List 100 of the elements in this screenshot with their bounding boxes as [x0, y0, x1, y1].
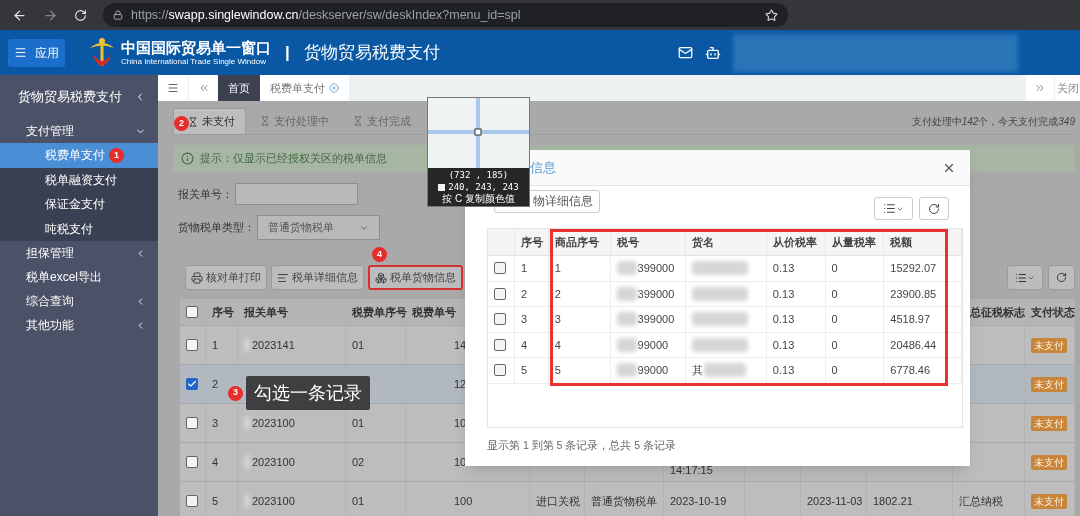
refresh-icon — [928, 202, 940, 215]
lock-icon — [113, 10, 123, 20]
sidebar-item[interactable]: 其他功能 — [0, 313, 158, 337]
column-header: 报关单号 — [244, 304, 288, 320]
field-label: 报关单号： — [178, 186, 233, 202]
table-cell-text: 12 — [454, 376, 467, 392]
table-cell-text: 4 — [212, 454, 219, 470]
field-label: 货物税单类型： — [178, 220, 255, 236]
checkbox[interactable] — [494, 338, 506, 351]
table-cell-text: 399000 — [637, 261, 675, 276]
table-cell-text: 0.13 — [772, 261, 795, 276]
column-header: 序号 — [520, 234, 543, 250]
toolbar-button[interactable]: 核对单打印 — [185, 265, 267, 290]
title-separator: | — [285, 41, 290, 64]
table-cell-text: 0 — [831, 286, 838, 302]
robot-icon[interactable] — [704, 44, 721, 61]
column-header: 序号 — [212, 304, 234, 320]
table-cell-text: 02 — [352, 454, 365, 470]
column-header: 税费单序号 — [352, 304, 407, 320]
sidebar-subitem[interactable]: 保证金支付 — [0, 192, 158, 217]
table-cell-text: 0.13 — [772, 363, 795, 378]
table-cell-text: 5 — [520, 363, 528, 378]
table-cell-text: 2023100 — [252, 415, 295, 431]
table-cell-text: 14:17:15 — [670, 462, 713, 478]
checkbox[interactable] — [186, 456, 198, 468]
table-cell-text: 5 — [212, 493, 219, 509]
table-row[interactable]: 3 3 399000 0.13 0 4518.97 — [488, 307, 962, 333]
status-tag: 未支付 — [1031, 337, 1067, 353]
sidebar-item[interactable]: 支付管理 — [0, 119, 158, 143]
mail-icon[interactable] — [677, 45, 693, 60]
sidebar-title: 货物贸易税费支付 — [18, 88, 122, 106]
table-cell-text: 1802.21 — [873, 493, 913, 509]
checkbox[interactable] — [186, 339, 198, 351]
boxes-icon — [375, 271, 387, 284]
redaction-blur — [692, 286, 749, 301]
columns-dropdown-button[interactable] — [1007, 265, 1043, 290]
table-cell-text: 23900.85 — [890, 286, 937, 302]
redaction-blur — [616, 337, 637, 352]
url-text: https://swapp.singlewindow.cn/deskserver/sw/deskIndex?menu_id=spl — [131, 6, 521, 24]
checkbox[interactable] — [494, 364, 506, 377]
column-header: 从价税率 — [772, 234, 817, 250]
close-tabs-button[interactable]: 关闭 — [1054, 75, 1080, 101]
list-icon — [883, 202, 896, 215]
table-cell-text: 1 — [520, 261, 528, 276]
table-cell-text: 普通货物税单 — [591, 493, 657, 509]
checkbox[interactable] — [494, 262, 506, 275]
checkbox[interactable] — [186, 495, 198, 507]
status-tag: 未支付 — [1031, 493, 1067, 509]
dialog-title: 信息 — [530, 158, 556, 177]
redaction-blur — [692, 337, 749, 352]
table-cell-text: 5 — [554, 363, 561, 378]
table-cell-text: 0 — [831, 261, 838, 276]
table-cell-text: 3 — [554, 312, 561, 327]
picker-coordinates: (732 , 185) — [448, 169, 509, 181]
page-tab[interactable]: 税费单支付 — [260, 75, 349, 101]
checkbox[interactable] — [494, 313, 506, 326]
reload-icon[interactable] — [74, 8, 87, 22]
color-swatch — [438, 183, 446, 191]
sidebar-subitem[interactable]: 税费单支付 1 — [0, 143, 158, 168]
checkbox[interactable] — [186, 417, 198, 429]
hourglass-icon — [260, 116, 270, 126]
table-cell-text: 3 — [212, 415, 219, 431]
table-cell-text: 01 — [352, 415, 365, 431]
table-cell-text: 其 — [692, 363, 704, 378]
sidebar-item[interactable]: 担保管理 — [0, 241, 158, 265]
menu-icon — [167, 82, 179, 94]
sidebar-subitem[interactable]: 税单融资支付 — [0, 167, 158, 192]
columns-dropdown-button[interactable] — [874, 197, 913, 220]
sidebar-item[interactable]: 综合查询 — [0, 289, 158, 313]
sidebar-item[interactable]: 税单excel导出 — [0, 265, 158, 289]
sidebar-subitem[interactable]: 吨税支付 — [0, 216, 158, 241]
refresh-button[interactable] — [919, 197, 949, 220]
table-cell-text: 4518.97 — [890, 312, 931, 327]
checkbox[interactable] — [186, 306, 198, 318]
forward-icon[interactable] — [43, 7, 58, 23]
menu-toggle-button[interactable] — [158, 75, 188, 101]
toolbar-button[interactable]: 税单货物信息 — [368, 265, 463, 290]
table-cell-text: 3 — [520, 312, 528, 327]
hourglass-icon — [188, 116, 198, 127]
column-header: 从量税率 — [831, 234, 876, 250]
address-bar[interactable]: https://swapp.singlewindow.cn/deskserver/sw/deskIndex?menu_id=spl — [103, 3, 788, 27]
back-icon[interactable] — [12, 7, 27, 23]
table-cell-text: 6778.46 — [890, 363, 931, 378]
column-header: 支付状态 — [1031, 304, 1075, 320]
status-tag: 未支付 — [1031, 415, 1067, 431]
hint-text: 提示：仅显示已经授权关区的税单信息 — [200, 151, 387, 167]
declaration-number-field[interactable] — [235, 183, 358, 205]
checkbox[interactable] — [186, 378, 198, 390]
table-row[interactable]: 1 1 399000 0.13 0 15292.07 — [488, 256, 962, 282]
table-row[interactable]: 4 4 99000 0.13 0 20486.44 — [488, 332, 962, 358]
column-header: 货名 — [692, 234, 715, 250]
table-cell-text: 1 — [212, 337, 219, 353]
checkbox[interactable] — [494, 287, 506, 300]
table-row[interactable]: 2 2 399000 0.13 0 23900.85 — [488, 281, 962, 307]
bookmark-star-icon[interactable] — [765, 8, 778, 22]
page-tab[interactable]: 首页 — [218, 75, 260, 101]
toolbar-button[interactable]: 税单详细信息 — [271, 265, 364, 290]
tax-type-select[interactable]: 普通货物税单 — [257, 215, 380, 240]
apps-button[interactable]: 应用 — [8, 38, 65, 67]
refresh-button[interactable] — [1048, 265, 1075, 290]
